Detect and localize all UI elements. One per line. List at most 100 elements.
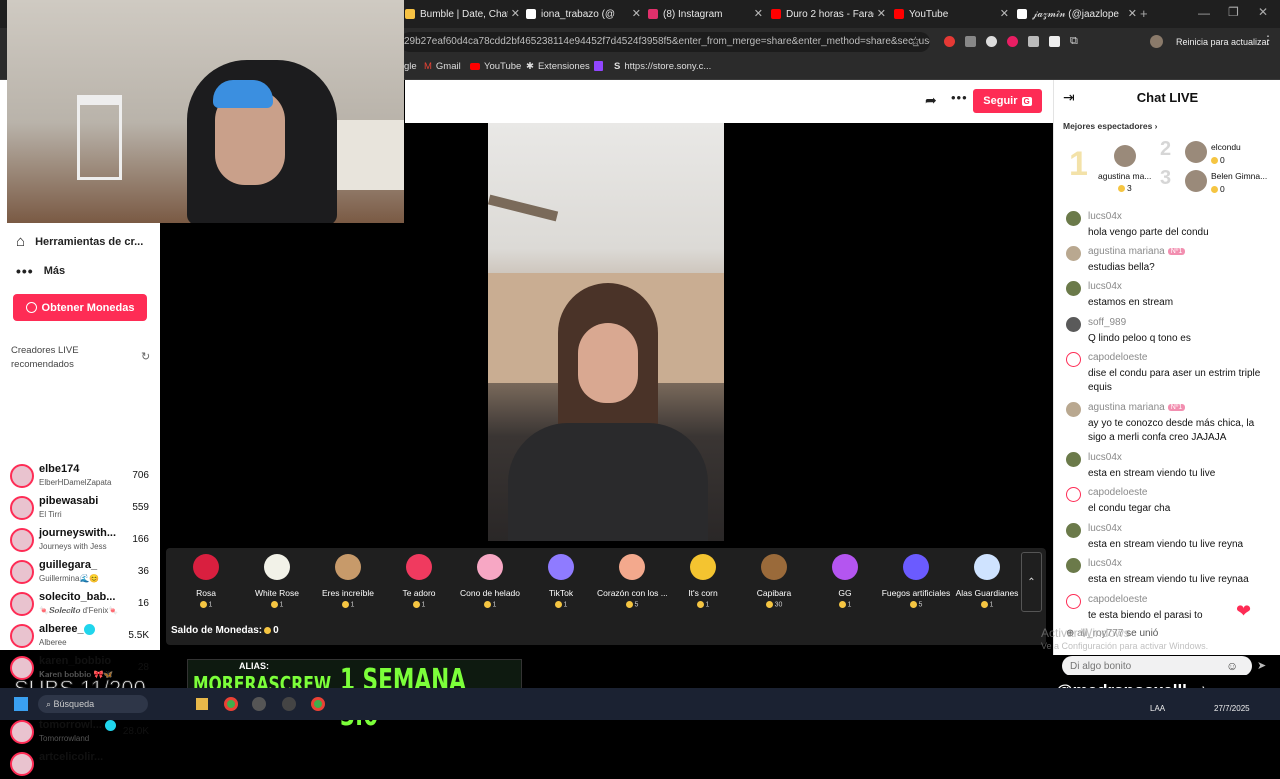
chat-username[interactable]: lucs04x — [1088, 452, 1122, 463]
gift-item[interactable]: GG 1 — [810, 551, 880, 608]
tab-close-icon[interactable]: ✕ — [877, 7, 886, 20]
chat-input[interactable] — [1062, 656, 1252, 676]
tab-close-icon[interactable]: ✕ — [754, 7, 763, 20]
close-window-button[interactable]: ✕ — [1258, 5, 1268, 19]
extensions-puzzle-icon[interactable]: ⧉ — [1070, 36, 1078, 50]
creator-item[interactable]: tomorrowl... Tomorrowland 28.0K — [10, 717, 155, 747]
gift-item[interactable]: Alas Guardianes 1 — [952, 551, 1022, 608]
bookmark-star-icon[interactable]: ☆ — [910, 34, 921, 48]
top-viewer[interactable]: 3 Belen Gimna... 0 — [1160, 167, 1267, 197]
chat-user-avatar[interactable] — [1066, 452, 1081, 467]
emoji-icon[interactable]: ☺ — [1226, 659, 1238, 673]
new-tab-button[interactable]: + — [1140, 6, 1148, 21]
top-viewer[interactable]: 2 elcondu 0 — [1160, 138, 1260, 168]
top-viewers-label[interactable]: Mejores espectadores › — [1063, 121, 1158, 131]
gift-item[interactable]: TikTok 1 — [526, 551, 596, 608]
bookmark-gmail[interactable]: M Gmail — [424, 61, 461, 72]
chat-user-avatar[interactable] — [1066, 487, 1081, 502]
creator-item[interactable]: alberee_ Alberee 5.5K — [10, 621, 155, 651]
more-options-icon[interactable]: ••• — [951, 90, 968, 105]
chat-user-avatar[interactable] — [1066, 594, 1081, 609]
heart-like-button[interactable]: ❤ — [1236, 601, 1251, 622]
menu-kebab-icon[interactable]: ⋮ — [1262, 33, 1274, 47]
browser-tab[interactable]: (8) Instagram ✕ — [648, 4, 763, 24]
chat-user-avatar[interactable] — [1066, 211, 1081, 226]
browser-tab[interactable]: YouTube ✕ — [894, 4, 1009, 24]
gift-item[interactable]: Fuegos artificiales 5 — [881, 551, 951, 608]
bookmark-sony-store[interactable]: Shttps://store.sony.c... — [614, 61, 711, 72]
obs-icon[interactable] — [282, 697, 296, 711]
browser-tab[interactable]: Bumble | Date, Chat, I✕ — [405, 4, 520, 24]
extension-icon[interactable] — [986, 36, 997, 47]
gift-scroll-button[interactable]: ⌃ — [1021, 552, 1042, 612]
clock-date[interactable]: 27/7/2025 — [1214, 704, 1250, 713]
gift-item[interactable]: Cono de helado 1 — [455, 551, 525, 608]
chat-username[interactable]: lucs04x — [1088, 281, 1122, 292]
get-coins-button[interactable]: Obtener Monedas — [13, 294, 147, 321]
gift-item[interactable]: Rosa 1 — [171, 551, 241, 608]
sidebar-item-creator-tools[interactable]: ⌂ Herramientas de cr... — [16, 233, 143, 250]
taskbar-app-icon[interactable] — [196, 698, 208, 710]
live-video[interactable] — [488, 123, 724, 541]
chat-username[interactable]: lucs04x — [1088, 558, 1122, 569]
top-viewer[interactable]: 1 agustina ma... 3 — [1069, 143, 1154, 195]
media-player-icon[interactable] — [252, 697, 266, 711]
profile-avatar[interactable] — [1150, 35, 1163, 48]
creator-item[interactable]: solecito_bab... 🍬𝑺𝒐𝒍𝒆𝒄𝒊𝒕𝒐 d'Fenix🍬 16 — [10, 589, 155, 619]
refresh-icon[interactable]: ↻ — [141, 350, 150, 363]
url-field[interactable]: 29b27eaf60d4ca78cdd2bf465238114e94452f7d… — [400, 32, 930, 52]
chat-user-avatar[interactable] — [1066, 352, 1081, 367]
chrome-icon[interactable] — [224, 697, 238, 711]
chat-username[interactable]: capodeloeste — [1088, 594, 1148, 605]
maximize-button[interactable]: ❐ — [1228, 5, 1239, 19]
extension-icon[interactable] — [944, 36, 955, 47]
creator-item[interactable]: journeyswith... Journeys with Jess 166 — [10, 525, 155, 555]
language-indicator[interactable]: LAA — [1150, 704, 1165, 713]
gift-item[interactable]: Corazón con los ... 5 — [597, 551, 667, 608]
bookmark-item[interactable]: gle — [404, 61, 417, 72]
follow-button[interactable]: Seguir G — [973, 89, 1042, 113]
chat-username[interactable]: agustina mariana Nº1 — [1088, 402, 1186, 413]
chat-user-avatar[interactable] — [1066, 317, 1081, 332]
browser-tab[interactable]: Duro 2 horas - Faraó ✕ — [771, 4, 886, 24]
windows-start-icon[interactable] — [14, 697, 28, 711]
bookmark-extensions[interactable]: ✱ Extensiones — [526, 61, 590, 72]
update-button[interactable]: Reinicia para actualizar — [1176, 37, 1270, 47]
sidebar-item-more[interactable]: ••• Más — [16, 263, 65, 279]
chat-username[interactable]: capodeloeste — [1088, 487, 1148, 498]
gift-item[interactable]: Eres increíble 1 — [313, 551, 383, 608]
taskbar-search[interactable]: ⌕ Búsqueda — [38, 695, 148, 713]
tab-close-icon[interactable]: ✕ — [1128, 7, 1137, 20]
tab-close-icon[interactable]: ✕ — [511, 7, 520, 20]
bookmark-youtube[interactable]: YouTube — [470, 61, 521, 72]
tab-close-icon[interactable]: ✕ — [632, 7, 641, 20]
chat-user-avatar[interactable] — [1066, 402, 1081, 417]
chat-username[interactable]: lucs04x — [1088, 211, 1122, 222]
tab-close-icon[interactable]: ✕ — [1000, 7, 1009, 20]
chrome-icon[interactable] — [311, 697, 325, 711]
creator-item[interactable]: guillegara_ Guillermina🌊😊 36 — [10, 557, 155, 587]
gift-item[interactable]: Te adoro 1 — [384, 551, 454, 608]
gift-item[interactable]: Capibara 30 — [739, 551, 809, 608]
extension-icon[interactable] — [1007, 36, 1018, 47]
chat-user-avatar[interactable] — [1066, 558, 1081, 573]
chat-username[interactable]: capodeloeste — [1088, 352, 1148, 363]
chat-user-avatar[interactable] — [1066, 523, 1081, 538]
bookmark-twitch[interactable] — [594, 61, 603, 71]
browser-tab[interactable]: iona_trabazo (@ ✕ — [526, 4, 641, 24]
chat-user-avatar[interactable] — [1066, 246, 1081, 261]
chat-user-avatar[interactable] — [1066, 281, 1081, 296]
creator-item[interactable]: artcelicolir... — [10, 749, 155, 779]
share-icon[interactable]: ➦ — [925, 92, 937, 109]
creator-item[interactable]: elbe174 ElberHDamelZapata 706 — [10, 461, 155, 491]
browser-tab[interactable]: 𝒿𝒶𝓏𝓂𝒾́𝓃 (@jaazlope ✕ — [1017, 4, 1137, 24]
gift-item[interactable]: It's corn 1 — [668, 551, 738, 608]
extension-icon[interactable] — [965, 36, 976, 47]
gift-item[interactable]: White Rose 1 — [242, 551, 312, 608]
extension-icon[interactable] — [1028, 36, 1039, 47]
chat-username[interactable]: lucs04x — [1088, 523, 1122, 534]
chat-username[interactable]: agustina mariana Nº1 — [1088, 246, 1186, 257]
creator-item[interactable]: pibewasabi El Tirri 559 — [10, 493, 155, 523]
minimize-button[interactable]: — — [1198, 6, 1210, 20]
send-icon[interactable]: ➤ — [1257, 659, 1266, 672]
